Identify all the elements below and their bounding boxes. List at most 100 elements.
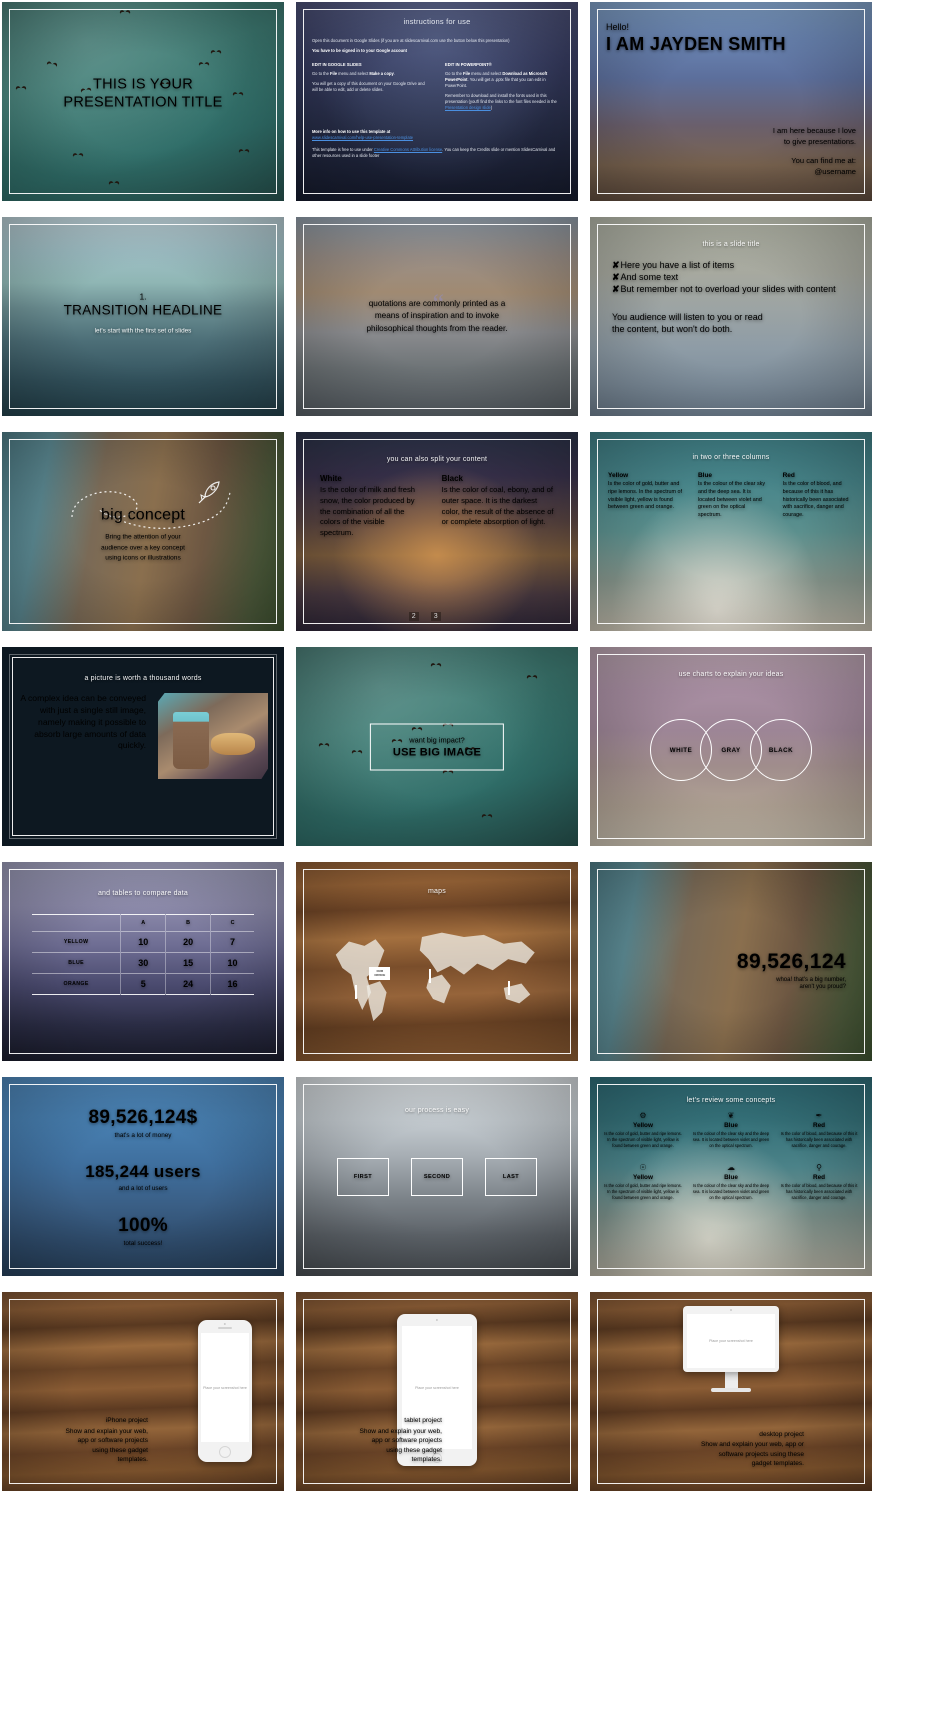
office-badge: OUR OFFICE bbox=[369, 967, 391, 981]
cross-icon: ✘ bbox=[612, 260, 620, 270]
slide-thumbnail-process[interactable]: our process is easy FIRST SECOND LAST bbox=[296, 1077, 578, 1276]
slide-thumbnail-three-columns[interactable]: in two or three columns Yellow Is the co… bbox=[590, 432, 872, 631]
slide-thumbnail-instructions[interactable]: instructions for use Open this document … bbox=[296, 2, 578, 201]
quote-line-1: quotations are commonly printed as a bbox=[368, 298, 506, 308]
slide-thumbnail-list[interactable]: this is a slide title ✘Here you have a l… bbox=[590, 217, 872, 416]
table-row: ORANGE 5 24 16 bbox=[32, 973, 254, 995]
hello-description: I am here because I love to give present… bbox=[773, 125, 856, 177]
column-heading: White bbox=[320, 474, 342, 483]
stat-success: 100% total success! bbox=[118, 1215, 168, 1247]
review-cell: ⚲ Red Is the color of blood, and because… bbox=[780, 1163, 858, 1201]
row-label: ORANGE bbox=[63, 981, 89, 987]
quote-text: quotations are commonly printed as a mea… bbox=[296, 297, 578, 335]
coffee-cup-shape bbox=[173, 711, 209, 769]
slide-thumbnail-tablet-project[interactable]: Place your screenshot here tablet projec… bbox=[296, 1292, 578, 1491]
help-template-link[interactable]: www.slidescarnival.com/help-use-presenta… bbox=[312, 135, 413, 140]
column-body: Is the color of milk and fresh snow, the… bbox=[320, 485, 415, 538]
project-body-line: software projects using these bbox=[718, 1450, 804, 1458]
instructions-columns: EDIT IN GOOGLE SLIDES Go to the File men… bbox=[312, 62, 562, 116]
review-body: Is the colour of the clear sky and the d… bbox=[692, 1131, 770, 1148]
list-item: ✘And some text bbox=[612, 272, 679, 283]
powerpoint-step-2: Remember to download and install the fon… bbox=[445, 93, 557, 111]
cloud-icon: ☁ bbox=[727, 1162, 735, 1172]
monitor-stand-base bbox=[711, 1388, 751, 1392]
slide-thumbnail-big-image[interactable]: want big impact? USE BIG IMAGE bbox=[296, 647, 578, 846]
column-heading: Red bbox=[782, 472, 795, 479]
slide-thumbnail-table[interactable]: and tables to compare data A B C YELLOW … bbox=[2, 862, 284, 1061]
transition-number: 1. bbox=[139, 291, 147, 302]
big-image-question: want big impact? bbox=[409, 735, 465, 744]
title-line-2: PRESENTATION TITLE bbox=[63, 94, 223, 111]
monitor-screen: Place your screenshot here bbox=[683, 1306, 779, 1372]
review-heading: Red bbox=[812, 1122, 826, 1129]
slide-thumbnail-title[interactable]: THIS IS YOUR PRESENTATION TITLE bbox=[2, 2, 284, 201]
review-row: ☉ Yellow Is the color of gold, butter an… bbox=[604, 1163, 858, 1201]
iphone-project-text: iPhone project Show and explain your web… bbox=[20, 1416, 148, 1465]
review-body: Is the color of gold, butter and ripe le… bbox=[604, 1182, 682, 1200]
road-marker: 3 bbox=[430, 612, 441, 621]
table-col-b: B bbox=[165, 914, 211, 932]
charts-title: use charts to explain your ideas bbox=[678, 671, 784, 678]
slide-thumbnail-stats[interactable]: 89,526,124$ that's a lot of money 185,24… bbox=[2, 1077, 284, 1276]
three-columns: Yellow Is the color of gold, butter and … bbox=[608, 472, 854, 520]
slide-thumbnail-desktop-project[interactable]: Place your screenshot here desktop proje… bbox=[590, 1292, 872, 1491]
review-cell: ☁ Blue Is the colour of the clear sky an… bbox=[692, 1163, 770, 1201]
venn-circle-black: BLACK bbox=[750, 719, 812, 782]
camera-icon bbox=[730, 1309, 732, 1311]
review-body: Is the color of blood, and because of th… bbox=[780, 1182, 858, 1200]
review-body: Is the color of gold, butter and ripe le… bbox=[604, 1131, 682, 1148]
review-row: ⚙ Yellow Is the color of gold, butter an… bbox=[604, 1111, 858, 1149]
picture-words-body: A complex idea can be conveyed with just… bbox=[20, 693, 146, 751]
three-columns-title: in two or three columns bbox=[692, 454, 770, 461]
big-number-caption: whoa! that's a big number, aren't you pr… bbox=[776, 976, 846, 991]
slide-thumbnail-picture-words[interactable]: a picture is worth a thousand words A co… bbox=[2, 647, 284, 846]
project-body-line: Show and explain your web, app or bbox=[700, 1441, 804, 1449]
process-steps: FIRST SECOND LAST bbox=[296, 1157, 578, 1196]
big-number-value: 89,526,124 bbox=[736, 949, 846, 973]
list-note-line-2: the content, but won't do both. bbox=[612, 324, 733, 335]
stat-label: total success! bbox=[123, 1239, 163, 1247]
map-pin-icon bbox=[507, 981, 510, 996]
review-cell: ✒ Red Is the color of blood, and because… bbox=[780, 1111, 858, 1149]
maps-title: maps bbox=[428, 888, 446, 895]
home-button-icon bbox=[219, 1445, 231, 1458]
transition-group: 1. TRANSITION HEADLINE let's start with … bbox=[2, 291, 284, 334]
slide-thumbnail-review-concepts[interactable]: let's review some concepts ⚙ Yellow Is t… bbox=[590, 1077, 872, 1276]
speaker-icon bbox=[218, 1327, 232, 1329]
column-body: Is the colour of the clear sky and the d… bbox=[697, 481, 766, 519]
slide-thumbnail-iphone-project[interactable]: Place your screenshot here iPhone projec… bbox=[2, 1292, 284, 1491]
screenshot-placeholder-area: Place your screenshot here bbox=[201, 1333, 249, 1442]
screenshot-placeholder-label: Place your screenshot here bbox=[709, 1339, 753, 1343]
title-line-1: THIS IS YOUR bbox=[92, 75, 194, 92]
table-title: and tables to compare data bbox=[97, 890, 189, 897]
slide-thumbnail-big-number[interactable]: 89,526,124 whoa! that's a big number, ar… bbox=[590, 862, 872, 1061]
process-step-first: FIRST bbox=[337, 1157, 389, 1196]
review-body: Is the color of blood, and because of th… bbox=[780, 1131, 858, 1148]
list-slide-title: this is a slide title bbox=[702, 241, 760, 248]
quote-line-2: means of inspiration and to invoke bbox=[374, 311, 500, 321]
big-concept-group: big concept Bring the attention of your … bbox=[2, 507, 284, 564]
slide-thumbnail-big-concept[interactable]: big concept Bring the attention of your … bbox=[2, 432, 284, 631]
project-title: desktop project bbox=[759, 1430, 804, 1438]
slide-thumbnail-hello[interactable]: Hello! I AM JAYDEN SMITH I am here becau… bbox=[590, 2, 872, 201]
column-blue: Blue Is the colour of the clear sky and … bbox=[698, 472, 769, 520]
bicycle-icon: ⚲ bbox=[816, 1162, 822, 1172]
presentation-design-link[interactable]: Presentation design slide bbox=[445, 105, 491, 110]
slide-thumbnail-maps[interactable]: OUR OFFICE maps bbox=[296, 862, 578, 1061]
slide-thumbnail-quote[interactable]: “ quotations are commonly printed as a m… bbox=[296, 217, 578, 416]
slide-thumbnail-split-content[interactable]: 2 3 you can also split your content Whit… bbox=[296, 432, 578, 631]
stats-group: 89,526,124$ that's a lot of money 185,24… bbox=[2, 1095, 284, 1258]
creative-commons-link[interactable]: Creative Commons Attribution license bbox=[374, 147, 442, 152]
bullet-list: ✘Here you have a list of items ✘And some… bbox=[612, 259, 854, 295]
slide-thumbnail-transition[interactable]: 1. TRANSITION HEADLINE let's start with … bbox=[2, 217, 284, 416]
list-item: ✘But remember not to overload your slide… bbox=[612, 284, 836, 295]
row-label: BLUE bbox=[68, 960, 84, 966]
stat-number: 89,526,124$ bbox=[88, 1106, 198, 1128]
list-item: ✘Here you have a list of items bbox=[612, 260, 735, 270]
table-col-c: C bbox=[210, 914, 254, 932]
google-slides-heading: EDIT IN GOOGLE SLIDES bbox=[312, 61, 362, 67]
review-cell: ❦ Blue Is the colour of the clear sky an… bbox=[692, 1111, 770, 1149]
table-header: A B C bbox=[32, 914, 254, 932]
instructions-google-column: EDIT IN GOOGLE SLIDES Go to the File men… bbox=[312, 62, 429, 116]
slide-thumbnail-charts[interactable]: use charts to explain your ideas WHITE G… bbox=[590, 647, 872, 846]
